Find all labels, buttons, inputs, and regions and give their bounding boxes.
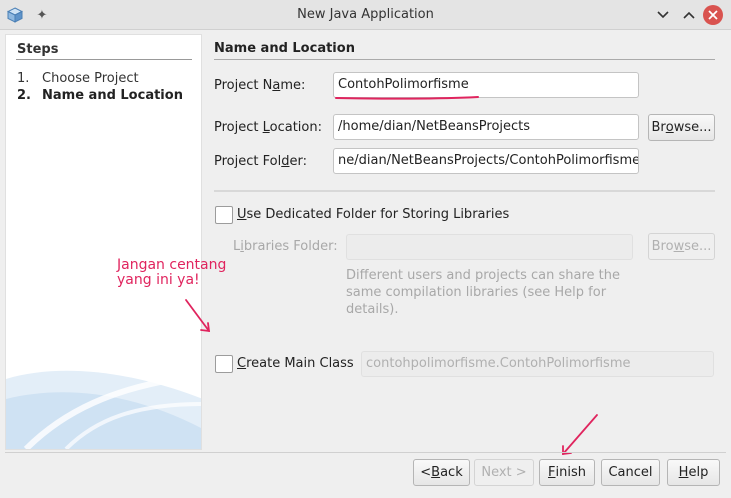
browse-libraries-button[interactable]: Bro w se...	[648, 233, 715, 260]
help-button[interactable]: Help	[667, 459, 720, 486]
main-class-input[interactable]: contohpolimorfisme.ContohPolimorfisme	[361, 351, 714, 377]
annotation-line-2: yang ini ya!	[117, 272, 200, 288]
minimize-chevron-down-icon[interactable]	[653, 5, 673, 25]
step-label: Choose Project	[42, 71, 139, 86]
bottom-divider	[5, 452, 726, 453]
libraries-folder-label: Libraries Folder:	[233, 239, 338, 254]
project-location-label: Project Location:	[214, 120, 322, 135]
back-button[interactable]: < Back	[413, 459, 470, 486]
cancel-button[interactable]: Cancel	[601, 459, 660, 486]
project-name-input[interactable]: ContohPolimorfisme	[333, 72, 639, 98]
step-number: 1.	[17, 71, 30, 86]
browse-location-button[interactable]: Br o wse...	[648, 114, 715, 141]
next-button[interactable]: Next >	[474, 459, 534, 486]
arrow-to-finish-button	[562, 414, 598, 455]
step-name-and-location: 2. Name and Location	[17, 88, 183, 103]
maximize-chevron-up-icon[interactable]	[679, 5, 699, 25]
annotation-line-1: Jangan centang	[117, 257, 227, 273]
project-folder-label: Project Folder:	[214, 154, 307, 169]
step-choose-project: 1. Choose Project	[17, 71, 139, 86]
steps-heading: Steps	[17, 42, 59, 57]
section-divider	[214, 59, 715, 60]
decorative-swoosh-graphic	[6, 370, 201, 449]
project-folder-input[interactable]: ne/dian/NetBeansProjects/ContohPolimorfi…	[333, 148, 639, 174]
create-main-class-checkbox[interactable]	[215, 355, 233, 373]
project-name-label: Project Name:	[214, 78, 306, 93]
steps-divider	[16, 59, 192, 60]
section-title: Name and Location	[214, 41, 355, 56]
step-label: Name and Location	[42, 88, 183, 103]
libraries-folder-input[interactable]	[346, 234, 633, 260]
options-divider	[214, 190, 715, 192]
dedicated-folder-checkbox[interactable]	[215, 206, 233, 224]
close-icon[interactable]	[703, 5, 723, 25]
steps-panel: Steps 1. Choose Project 2. Name and Locati…	[5, 34, 202, 450]
annotation-note: Jangan centang yang ini ya!	[117, 258, 226, 288]
title-bar: ✦ New Java Application	[0, 0, 731, 30]
project-location-input[interactable]: /home/dian/NetBeansProjects	[333, 114, 639, 140]
libraries-help-text: Different users and projects can share t…	[346, 268, 620, 317]
finish-button[interactable]: Finish	[539, 459, 595, 486]
step-number: 2.	[17, 88, 31, 103]
window-title: New Java Application	[297, 7, 434, 22]
create-main-class-label: Create Main Class	[237, 356, 354, 371]
dedicated-folder-label: Use Dedicated Folder for Storing Librari…	[237, 207, 510, 222]
